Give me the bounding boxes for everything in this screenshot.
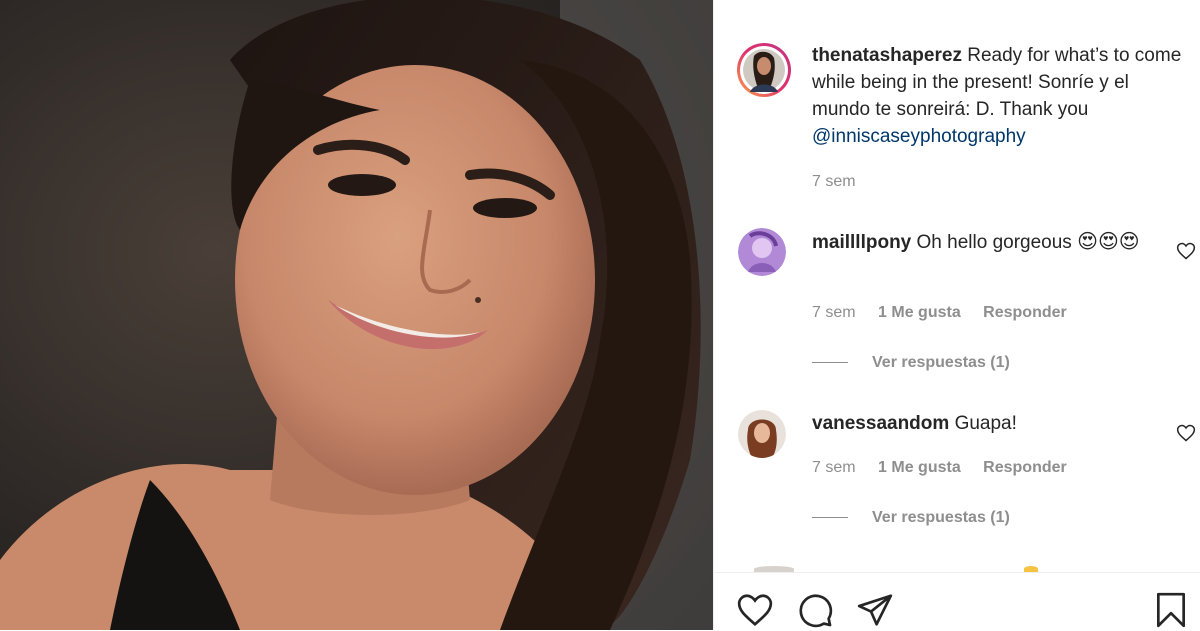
comment-likes[interactable]: 1 Me gusta	[878, 459, 961, 476]
portrait-image	[0, 0, 713, 630]
comment-body: maillllpony Oh hello gorgeous 😍😍😍	[812, 228, 1162, 256]
like-comment-icon[interactable]	[1176, 423, 1196, 443]
replies-line	[812, 517, 848, 519]
like-comment-icon[interactable]	[1176, 241, 1196, 261]
comment-meta: 7 sem 1 Me gusta Responder	[812, 304, 1085, 322]
reply-button[interactable]: Responder	[983, 304, 1067, 321]
heart-icon[interactable]	[736, 591, 774, 629]
replies-line	[812, 362, 848, 364]
comment-avatar[interactable]	[738, 228, 786, 276]
comment-text: Oh hello gorgeous	[916, 232, 1072, 253]
share-icon[interactable]	[856, 591, 894, 629]
view-replies-button[interactable]: Ver respuestas (1)	[812, 509, 1010, 527]
view-replies-label: Ver respuestas (1)	[872, 509, 1010, 526]
comment-avatar[interactable]	[738, 410, 786, 458]
post-photo[interactable]	[0, 0, 713, 630]
comment-body: vanessaandom Guapa!	[812, 410, 1162, 437]
reply-button[interactable]: Responder	[983, 459, 1067, 476]
post-time: 7 sem	[812, 173, 856, 190]
view-replies-button[interactable]: Ver respuestas (1)	[812, 354, 1010, 372]
author-avatar[interactable]	[736, 42, 792, 98]
caption-username[interactable]: thenatashaperez	[812, 45, 962, 66]
comment-meta: 7 sem 1 Me gusta Responder	[812, 459, 1085, 477]
comment-username[interactable]: maillllpony	[812, 232, 911, 253]
action-bar	[714, 572, 1200, 631]
bookmark-icon[interactable]	[1152, 591, 1190, 629]
comment-time: 7 sem	[812, 304, 856, 321]
comment-time: 7 sem	[812, 459, 856, 476]
heart-eyes-emoji: 😍😍😍	[1077, 229, 1140, 253]
comment-text: Guapa!	[954, 413, 1017, 434]
comment-username[interactable]: vanessaandom	[812, 413, 949, 434]
comment-likes[interactable]: 1 Me gusta	[878, 304, 961, 321]
comment-icon[interactable]	[796, 591, 834, 629]
comments-panel: thenatashaperez Ready for what’s to come…	[714, 0, 1200, 631]
caption-mention[interactable]: @inniscaseyphotography	[812, 126, 1026, 147]
view-replies-label: Ver respuestas (1)	[872, 354, 1010, 371]
post-caption: thenatashaperez Ready for what’s to come…	[812, 42, 1184, 150]
